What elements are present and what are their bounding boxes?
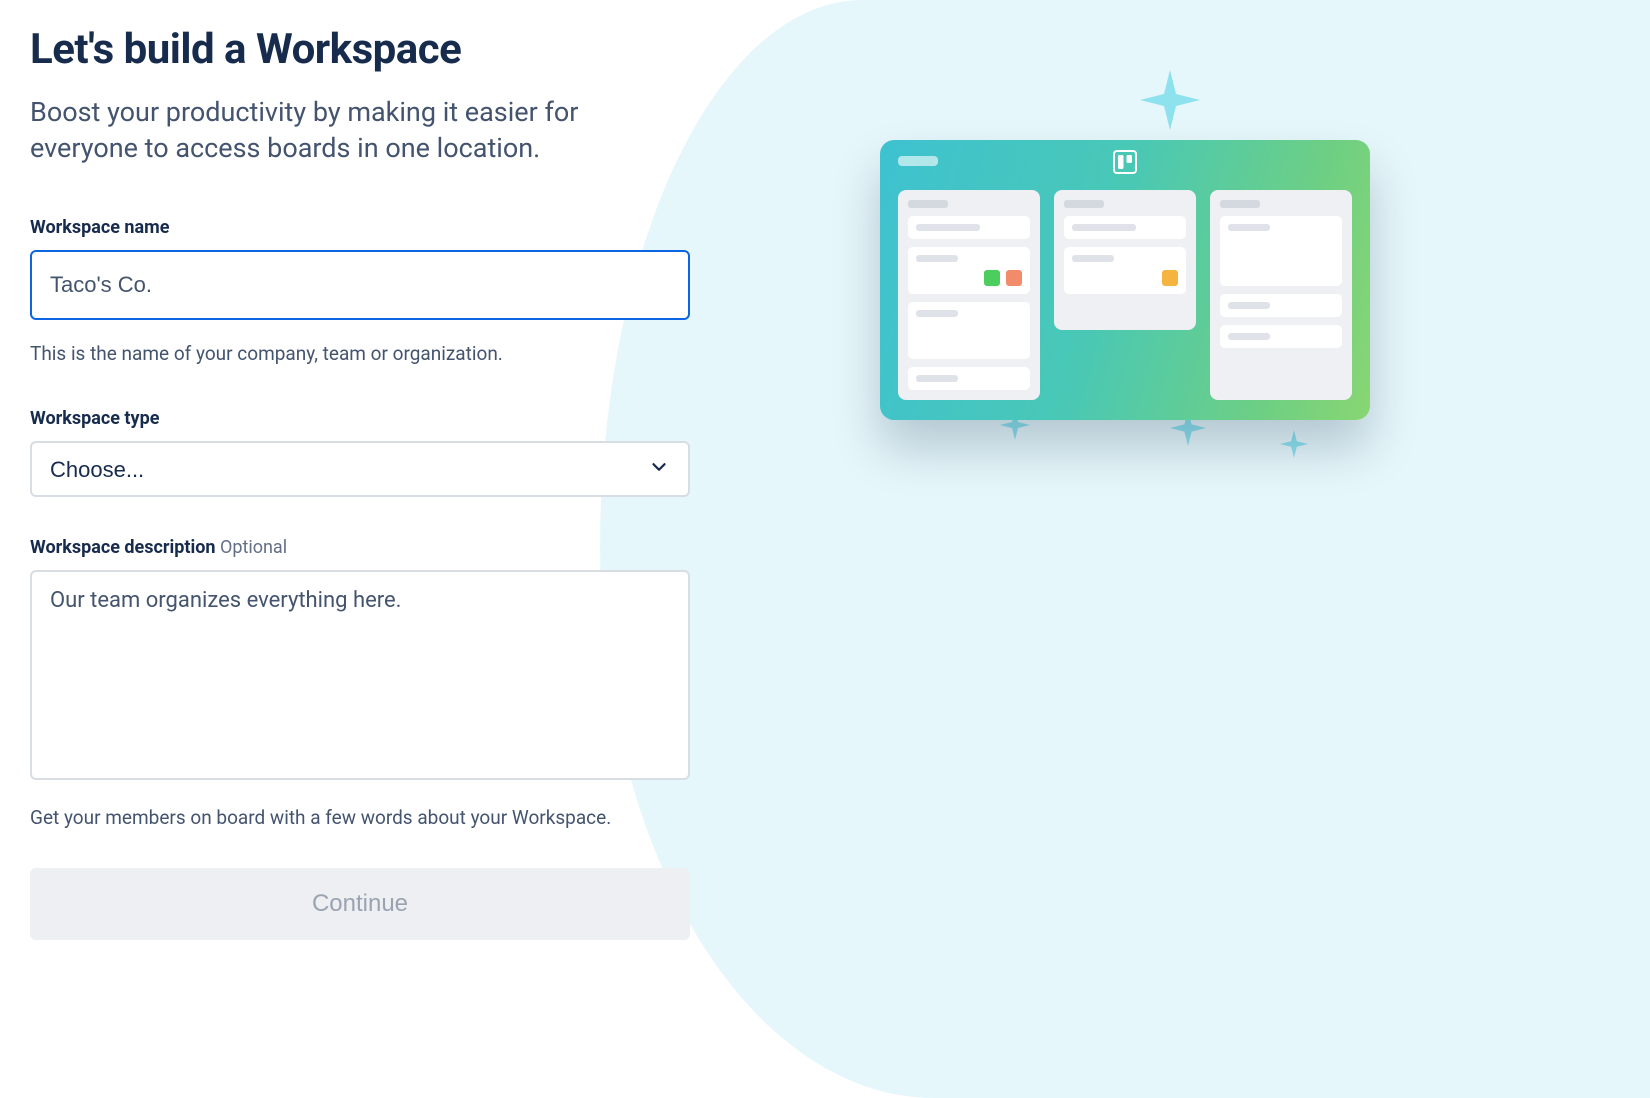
red-chip-icon: [1006, 270, 1022, 286]
illustration-card: [908, 247, 1030, 294]
workspace-description-textarea[interactable]: [30, 570, 690, 780]
illustration-card: [1220, 325, 1342, 348]
list-title-bar: [1064, 200, 1104, 208]
illustration-card: [1064, 247, 1186, 294]
sparkle-icon: [1280, 430, 1308, 458]
page-subtitle: Boost your productivity by making it eas…: [30, 94, 690, 167]
illustration-board: [880, 140, 1370, 420]
workspace-description-label-text: Workspace description: [30, 537, 215, 558]
illustration-list: [898, 190, 1040, 400]
illustration-list: [1210, 190, 1352, 400]
workspace-name-group: Workspace name This is the name of your …: [30, 217, 690, 369]
trello-logo-icon: [1113, 150, 1137, 178]
workspace-type-group: Workspace type Choose...: [30, 408, 690, 497]
illustration-card: [908, 367, 1030, 390]
continue-button[interactable]: Continue: [30, 868, 690, 940]
sparkle-icon: [1140, 70, 1200, 130]
illustration-list: [1054, 190, 1196, 330]
page-title: Let's build a Workspace: [30, 25, 690, 74]
workspace-type-select[interactable]: Choose...: [30, 441, 690, 497]
green-chip-icon: [984, 270, 1000, 286]
list-title-bar: [1220, 200, 1260, 208]
illustration-card: [908, 302, 1030, 359]
workspace-name-input[interactable]: [30, 250, 690, 320]
workspace-description-label: Workspace description Optional: [30, 537, 690, 558]
workspace-name-label: Workspace name: [30, 217, 690, 238]
workspace-description-helper: Get your members on board with a few wor…: [30, 804, 690, 833]
orange-chip-icon: [1162, 270, 1178, 286]
illustration-card: [1220, 216, 1342, 286]
illustration-card: [1064, 216, 1186, 239]
board-header-chip: [898, 156, 938, 166]
illustration-card: [1220, 294, 1342, 317]
illustration-card: [908, 216, 1030, 239]
form-panel: Let's build a Workspace Boost your produ…: [0, 0, 720, 1098]
workspace-type-label: Workspace type: [30, 408, 690, 429]
list-title-bar: [908, 200, 948, 208]
workspace-description-group: Workspace description Optional Get your …: [30, 537, 690, 833]
optional-tag: Optional: [220, 537, 287, 558]
illustration-panel: [720, 0, 1650, 1098]
workspace-name-helper: This is the name of your company, team o…: [30, 340, 690, 369]
